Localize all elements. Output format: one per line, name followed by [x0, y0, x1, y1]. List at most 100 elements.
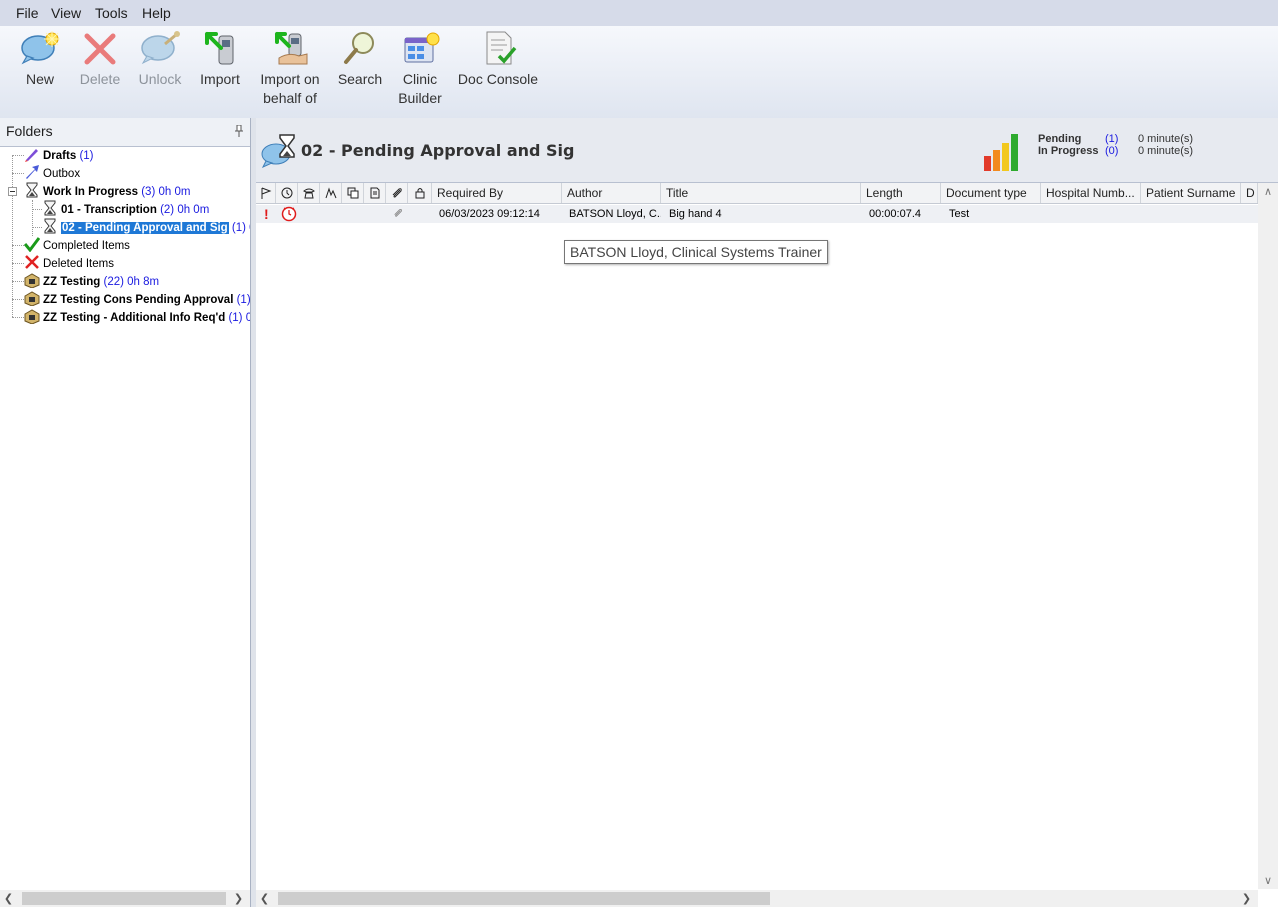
- hourglass-icon: [44, 218, 56, 234]
- tree-line: [32, 227, 42, 228]
- folder-transcription[interactable]: 01 - Transcription (2) 0h 0m: [42, 200, 209, 218]
- tree-line: [12, 245, 24, 246]
- folder-deleted[interactable]: Deleted Items: [24, 254, 114, 272]
- in-progress-label: In Progress: [1038, 145, 1099, 157]
- folders-title: Folders: [6, 123, 53, 139]
- main-pane: 02 - Pending Approval and Sig Pending In…: [256, 118, 1278, 907]
- folder-box-icon: [24, 273, 40, 288]
- cell-required-by: 06/03/2023 09:12:14: [439, 208, 540, 220]
- folder-pending-approval[interactable]: 02 - Pending Approval and Sig (1) 0h 0m: [42, 218, 250, 236]
- delete-button[interactable]: Delete: [74, 30, 126, 89]
- col-required-by[interactable]: Required By: [432, 183, 562, 203]
- folder-zz-cons-pending[interactable]: ZZ Testing Cons Pending Approval (1) 0h …: [24, 290, 250, 308]
- attachment-icon: [393, 205, 405, 223]
- statistics-chart-icon[interactable]: [982, 132, 1024, 172]
- lock-icon: [415, 188, 424, 199]
- col-lock[interactable]: [408, 183, 432, 203]
- tree-line: [12, 155, 24, 156]
- col-attachment[interactable]: [386, 183, 408, 203]
- import-on-behalf-button[interactable]: Import on behalf of: [256, 30, 324, 108]
- col-title[interactable]: Title: [661, 183, 861, 203]
- col-clock[interactable]: [276, 183, 298, 203]
- cell-length: 00:00:07.4: [869, 208, 921, 220]
- stats-times: 0 minute(s) 0 minute(s): [1138, 133, 1193, 157]
- unlock-icon: [141, 31, 180, 65]
- search-button-label: Search: [337, 71, 383, 87]
- folder-work-in-progress[interactable]: Work In Progress (3) 0h 0m: [24, 182, 190, 200]
- col-signed[interactable]: [320, 183, 342, 203]
- col-d[interactable]: D: [1241, 183, 1258, 203]
- import-button[interactable]: Import: [194, 30, 246, 89]
- new-dictation-icon: [21, 31, 60, 65]
- scroll-down-arrow[interactable]: ∨: [1258, 872, 1278, 889]
- stats-counts: (1) (0): [1105, 133, 1118, 157]
- folder-completed[interactable]: Completed Items: [24, 236, 130, 254]
- collapse-toggle[interactable]: [8, 187, 17, 196]
- scroll-thumb[interactable]: [22, 892, 226, 905]
- col-hospital-number[interactable]: Hospital Numb...: [1041, 183, 1141, 203]
- tree-line: [12, 173, 24, 174]
- in-progress-count: (0): [1105, 145, 1119, 157]
- folder-box-icon: [24, 309, 40, 324]
- folders-pane: Folders Drafts (1) Outbox Work In Progre…: [0, 118, 251, 907]
- delete-button-label: Delete: [79, 71, 121, 87]
- red-x-icon: [25, 255, 39, 269]
- menu-tools[interactable]: Tools: [95, 5, 128, 21]
- in-progress-time: 0 minute(s): [1138, 145, 1194, 157]
- folder-outbox[interactable]: Outbox: [24, 164, 80, 182]
- pencil-icon: [25, 149, 38, 162]
- doc-console-icon: [486, 31, 517, 65]
- folder-zz-testing[interactable]: ZZ Testing (22) 0h 8m: [24, 272, 159, 290]
- tree-line: [12, 155, 13, 317]
- col-patient-surname[interactable]: Patient Surname: [1141, 183, 1241, 203]
- folder-hourglass-icon: [261, 134, 295, 168]
- phone-icon: [302, 188, 315, 199]
- delete-x-icon: [84, 33, 116, 65]
- new-button-label: New: [25, 71, 54, 87]
- unlock-button[interactable]: Unlock: [134, 30, 186, 89]
- clinic-builder-button[interactable]: Clinic Builder: [394, 30, 446, 108]
- folder-box-icon: [24, 291, 40, 306]
- col-author[interactable]: Author: [562, 183, 661, 203]
- menu-file[interactable]: File: [16, 5, 39, 21]
- tree-line: [32, 209, 42, 210]
- scroll-left-arrow[interactable]: ❮: [256, 890, 273, 907]
- new-button[interactable]: New: [14, 30, 66, 89]
- import-behalf-label-1: Import on: [260, 71, 320, 87]
- search-magnifier-icon: [344, 32, 374, 64]
- tree-line: [12, 299, 24, 300]
- folders-hscrollbar[interactable]: ❮ ❯: [0, 890, 250, 907]
- folder-header: 02 - Pending Approval and Sig Pending In…: [256, 118, 1278, 183]
- grid-hscrollbar[interactable]: ❮ ❯: [256, 890, 1258, 907]
- doc-console-button[interactable]: Doc Console: [456, 30, 540, 89]
- col-phone[interactable]: [298, 183, 320, 203]
- table-row[interactable]: ! 06/03/2023 09:12:14 BATSON Lloyd, C...…: [256, 205, 1258, 223]
- unlock-button-label: Unlock: [138, 71, 182, 87]
- grid-vscrollbar[interactable]: ∧ ∨: [1258, 183, 1278, 889]
- col-document-type[interactable]: Document type: [941, 183, 1041, 203]
- scroll-right-arrow[interactable]: ❯: [230, 890, 247, 907]
- scroll-right-arrow[interactable]: ❯: [1238, 890, 1255, 907]
- folder-drafts[interactable]: Drafts (1): [24, 146, 94, 164]
- scroll-thumb[interactable]: [278, 892, 770, 905]
- clock-icon: [281, 187, 292, 199]
- paperclip-icon: [392, 188, 402, 198]
- folder-zz-additional-info[interactable]: ZZ Testing - Additional Info Req'd (1) 0…: [24, 308, 250, 326]
- import-device-icon: [205, 32, 234, 65]
- cell-document-type: Test: [949, 208, 970, 220]
- scroll-left-arrow[interactable]: ❮: [0, 890, 17, 907]
- import-button-label: Import: [200, 71, 240, 87]
- menu-view[interactable]: View: [51, 5, 81, 21]
- copy-icon: [347, 187, 358, 199]
- col-length[interactable]: Length: [861, 183, 941, 203]
- cell-title: Big hand 4: [669, 208, 722, 220]
- col-flag[interactable]: [256, 183, 276, 203]
- pin-icon[interactable]: [234, 125, 244, 137]
- menu-help[interactable]: Help: [142, 5, 171, 21]
- checkmark-icon: [24, 237, 40, 252]
- flag-icon: [261, 187, 271, 199]
- col-copy[interactable]: [342, 183, 364, 203]
- col-document[interactable]: [364, 183, 386, 203]
- scroll-up-arrow[interactable]: ∧: [1258, 183, 1278, 200]
- search-button[interactable]: Search: [334, 30, 386, 89]
